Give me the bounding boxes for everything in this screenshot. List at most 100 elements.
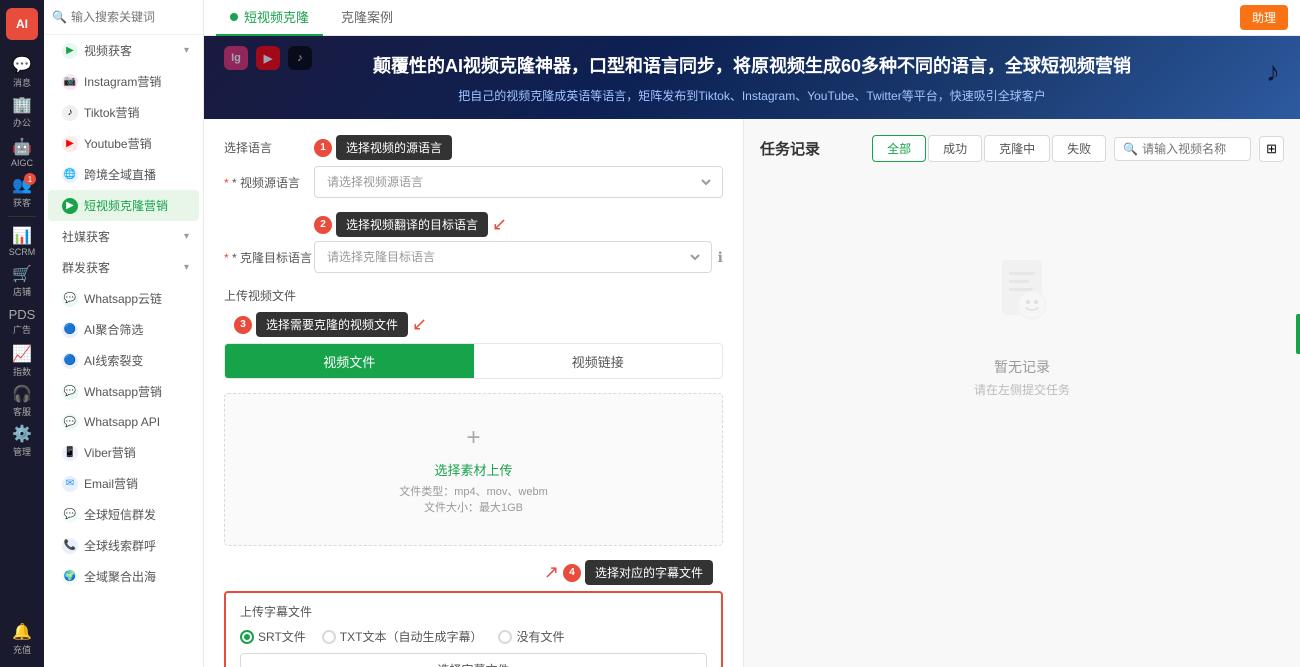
empty-subtext: 请在左侧提交任务 bbox=[974, 381, 1070, 398]
sidebar-item-message[interactable]: 💬消息 bbox=[4, 54, 40, 90]
sidebar-item-viber[interactable]: 📱 Viber营销 bbox=[48, 437, 199, 468]
upload-size: 文件大小：最大1GB bbox=[245, 499, 702, 515]
annotation-area-2: 2 选择视频翻译的目标语言 ↙ bbox=[314, 212, 723, 237]
sidebar-item-index[interactable]: 📈指数 bbox=[4, 343, 40, 379]
radio-txt-dot bbox=[322, 630, 336, 644]
step-1-bubble: 选择视频的源语言 bbox=[336, 135, 452, 160]
sidebar-item-ai-merge[interactable]: 🔵 AI聚合筛选 bbox=[48, 314, 199, 345]
sidebar-item-acquire[interactable]: 👥1 获客 bbox=[4, 174, 40, 210]
sidebar-item-whatsapp-api[interactable]: 💬 Whatsapp API bbox=[48, 407, 199, 437]
sidebar-item-social[interactable]: 社媒获客 ▾ bbox=[48, 221, 199, 252]
hero-subtitle: 把自己的视频克隆成英语等语言，矩阵发布到Tiktok、Instagram、You… bbox=[228, 87, 1276, 105]
filter-success[interactable]: 成功 bbox=[928, 135, 982, 162]
sidebar-item-ads[interactable]: PDS广告 bbox=[4, 303, 40, 339]
youtube-icon: ▶ bbox=[62, 136, 78, 152]
ai-split-icon: 🔵 bbox=[62, 353, 78, 369]
sidebar-item-service[interactable]: 🎧客服 bbox=[4, 383, 40, 419]
phone-group-icon: 📞 bbox=[62, 538, 78, 554]
arrow-3: ↙ bbox=[412, 314, 427, 335]
sidebar-item-recharge[interactable]: 🔔充值 bbox=[4, 621, 40, 657]
radio-srt-dot bbox=[240, 630, 254, 644]
form-panel: 选择语言 1 选择视频的源语言 * 视频源语言 bbox=[204, 119, 744, 667]
task-search-input[interactable] bbox=[1142, 142, 1242, 156]
tab-video-link[interactable]: 视频链接 bbox=[474, 344, 723, 378]
video-tabs: 视频文件 视频链接 bbox=[224, 343, 723, 379]
sidebar-item-instagram[interactable]: 📷 Instagram营销 bbox=[48, 66, 199, 97]
upload-type: 文件类型：mp4、mov、webm bbox=[245, 483, 702, 499]
sidebar-item-shop[interactable]: 🛒店铺 bbox=[4, 263, 40, 299]
radio-none[interactable]: 没有文件 bbox=[498, 628, 564, 645]
instagram-icon: 📷 bbox=[62, 74, 78, 90]
empty-text: 暂无记录 bbox=[994, 357, 1050, 377]
tab-clone-cases[interactable]: 克隆案例 bbox=[327, 0, 407, 36]
grid-view-btn[interactable]: ⊞ bbox=[1259, 136, 1284, 162]
task-controls: 全部 成功 克隆中 失败 🔍 ⊞ bbox=[872, 135, 1284, 162]
source-lang-dropdown[interactable]: 请选择视频源语言 bbox=[323, 174, 714, 190]
youtube-platform-icon: ▶ bbox=[256, 46, 280, 70]
main-area: 短视频克隆 克隆案例 助理 Ig ▶ ♪ 颠覆性的AI视频克隆神器，口型和语言同… bbox=[204, 0, 1300, 667]
tab-dot bbox=[230, 13, 238, 21]
tiktok-platform-icon: ♪ bbox=[288, 46, 312, 70]
sidebar-item-shortvideo[interactable]: ▶ 短视频克隆营销 bbox=[48, 190, 199, 221]
sidebar-item-massacquire[interactable]: 群发获客 ▾ bbox=[48, 252, 199, 283]
hero-title: 颠覆性的AI视频克隆神器，口型和语言同步，将原视频生成60多种不同的语言，全球短… bbox=[228, 54, 1276, 79]
upload-area[interactable]: + 选择素材上传 文件类型：mp4、mov、webm 文件大小：最大1GB bbox=[224, 393, 723, 546]
right-panel: 任务记录 全部 成功 克隆中 失败 🔍 ⊞ bbox=[744, 119, 1300, 667]
video-acquire-icon: ▶ bbox=[62, 43, 78, 59]
task-header: 任务记录 全部 成功 克隆中 失败 🔍 ⊞ bbox=[760, 135, 1284, 162]
social-expand-icon: ▾ bbox=[184, 231, 189, 242]
second-sidebar: 🔍 ▶ 视频获客 ▾ 📷 Instagram营销 ♪ Tiktok营销 ▶ Yo… bbox=[44, 0, 204, 667]
sidebar: AI 💬消息 🏢办公 🤖AIGC 👥1 获客 📊SCRM 🛒店铺 PDS广告 📈… bbox=[0, 0, 44, 667]
step-2-circle: 2 bbox=[314, 216, 332, 234]
source-lang-label: * 视频源语言 bbox=[224, 174, 314, 191]
empty-icon bbox=[982, 250, 1062, 345]
upload-label: 上传视频文件 bbox=[224, 287, 314, 304]
radio-txt[interactable]: TXT文本（自动生成字幕） bbox=[322, 628, 483, 645]
tab-short-video[interactable]: 短视频克隆 bbox=[216, 0, 323, 36]
sidebar-item-ai-split[interactable]: 🔵 AI线索裂变 bbox=[48, 345, 199, 376]
radio-srt[interactable]: SRT文件 bbox=[240, 628, 306, 645]
sidebar-item-youtube[interactable]: ▶ Youtube营销 bbox=[48, 128, 199, 159]
sidebar-divider bbox=[8, 216, 36, 217]
sms-icon: 💬 bbox=[62, 507, 78, 523]
empty-state: 暂无记录 请在左侧提交任务 bbox=[760, 174, 1284, 474]
sidebar-item-phone-group[interactable]: 📞 全球线索群呼 bbox=[48, 530, 199, 561]
sidebar-item-whatsapp-mkt[interactable]: 💬 Whatsapp营销 bbox=[48, 376, 199, 407]
filter-failed[interactable]: 失败 bbox=[1052, 135, 1106, 162]
filter-cloning[interactable]: 克隆中 bbox=[984, 135, 1050, 162]
sidebar-item-scrm[interactable]: 📊SCRM bbox=[4, 223, 40, 259]
sidebar-item-email[interactable]: ✉ Email营销 bbox=[48, 468, 199, 499]
select-subtitle-btn[interactable]: 选择字幕文件 bbox=[240, 653, 707, 667]
scroll-indicator bbox=[1296, 314, 1300, 354]
sidebar-item-crossborder[interactable]: 🌐 跨境全域直播 bbox=[48, 159, 199, 190]
annotation-area-4: ↗ 4 选择对应的字幕文件 bbox=[224, 560, 723, 585]
sidebar-item-tiktok[interactable]: ♪ Tiktok营销 bbox=[48, 97, 199, 128]
upload-text: 选择素材上传 bbox=[245, 460, 702, 479]
sidebar-item-aigc[interactable]: 🤖AIGC bbox=[4, 134, 40, 170]
task-search-icon: 🔍 bbox=[1123, 142, 1138, 156]
sidebar-item-whatsapp-cloud[interactable]: 💬 Whatsapp云链 bbox=[48, 283, 199, 314]
tiktok-right-icon: ♪ bbox=[1266, 56, 1280, 88]
source-lang-select[interactable]: 请选择视频源语言 bbox=[314, 166, 723, 198]
sidebar-item-global-merge[interactable]: 🌍 全域聚合出海 bbox=[48, 561, 199, 592]
search-input[interactable] bbox=[71, 10, 195, 24]
sidebar-item-sms[interactable]: 💬 全球短信群发 bbox=[48, 499, 199, 530]
tab-video-file[interactable]: 视频文件 bbox=[225, 344, 474, 378]
sidebar-item-office[interactable]: 🏢办公 bbox=[4, 94, 40, 130]
info-icon[interactable]: ℹ bbox=[718, 249, 723, 266]
filter-all[interactable]: 全部 bbox=[872, 135, 926, 162]
radio-none-dot bbox=[498, 630, 512, 644]
annotation-area-1: 选择语言 1 选择视频的源语言 bbox=[224, 135, 723, 160]
sidebar-item-video-acquire[interactable]: ▶ 视频获客 ▾ bbox=[48, 35, 199, 66]
target-lang-select[interactable]: 请选择克隆目标语言 bbox=[314, 241, 712, 273]
section-label: 选择语言 bbox=[224, 139, 314, 156]
search-icon: 🔍 bbox=[52, 10, 67, 24]
assistant-button[interactable]: 助理 bbox=[1240, 5, 1288, 30]
sidebar-item-manage[interactable]: ⚙️管理 bbox=[4, 423, 40, 459]
hero-banner: Ig ▶ ♪ 颠覆性的AI视频克隆神器，口型和语言同步，将原视频生成60多种不同… bbox=[204, 36, 1300, 119]
subtitle-box: 上传字幕文件 SRT文件 TXT文本（自动生成字幕） 没有文件 bbox=[224, 591, 723, 667]
target-lang-dropdown[interactable]: 请选择克隆目标语言 bbox=[323, 249, 703, 265]
viber-icon: 📱 bbox=[62, 445, 78, 461]
step-4-bubble: 选择对应的字幕文件 bbox=[585, 560, 713, 585]
platform-icons: Ig ▶ ♪ bbox=[224, 46, 312, 70]
